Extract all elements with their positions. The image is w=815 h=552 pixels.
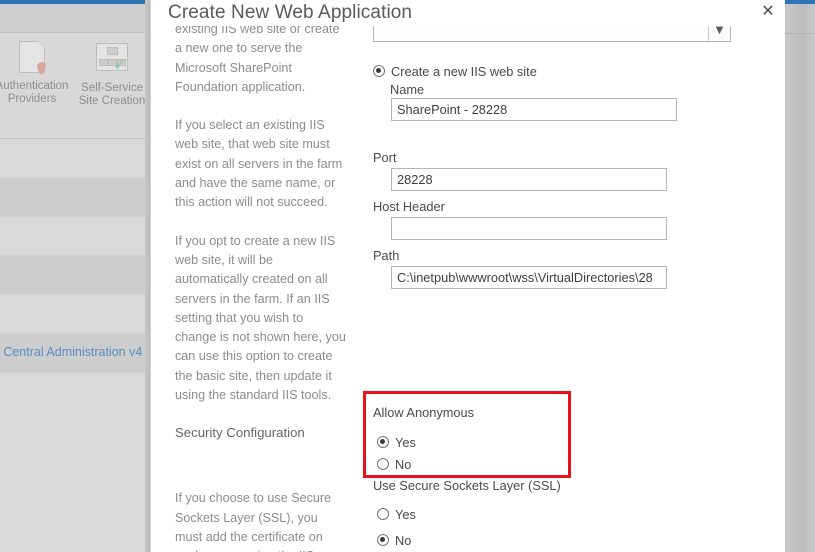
description-paragraph: existing IIS web site or create a new on… — [175, 26, 340, 94]
radio-indicator — [377, 436, 389, 448]
allow-anonymous-yes-radio[interactable]: Yes — [377, 433, 416, 451]
use-ssl-yes-radio[interactable]: Yes — [377, 505, 416, 523]
existing-iis-site-select[interactable]: Default Web Site ▼ — [373, 26, 731, 42]
description-paragraph: If you opt to create a new IIS web site,… — [175, 233, 346, 403]
table-row — [0, 295, 150, 334]
table-row — [0, 139, 150, 178]
screen: Authentication Providers ✓ Self-Service … — [0, 0, 815, 552]
security-configuration-heading: Security Configuration — [175, 425, 305, 441]
radio-indicator — [377, 458, 389, 470]
background-divider — [785, 33, 815, 34]
description-paragraph: If you select an existing IIS web site, … — [175, 118, 343, 210]
path-input[interactable]: C:\inetpub\wwwroot\wss\VirtualDirectorie… — [391, 266, 667, 289]
name-label: Name — [390, 82, 425, 97]
use-ssl-no-label: No — [395, 532, 412, 548]
path-label: Path — [373, 248, 400, 263]
allow-anonymous-no-label: No — [395, 456, 412, 472]
ribbon-button-label: Self-Service Site Creation — [78, 82, 146, 107]
ribbon-button-label: Authentication Providers — [0, 80, 69, 105]
ribbon-button-authentication-providers[interactable]: Authentication Providers — [0, 41, 72, 106]
chevron-down-icon[interactable]: ▼ — [708, 26, 730, 41]
radio-indicator — [373, 65, 385, 77]
background-right-gutter — [785, 0, 815, 552]
table-row: SharePoint Central Administration v4 — [0, 334, 150, 373]
window-accent-bar-right — [785, 0, 815, 4]
table-row — [0, 256, 150, 295]
table-row — [0, 217, 150, 256]
create-new-iis-site-radio[interactable]: Create a new IIS web site — [373, 62, 537, 80]
radio-indicator — [377, 508, 389, 520]
ribbon-group-security: Authentication Providers ✓ Self-Service … — [0, 33, 152, 155]
allow-anonymous-label: Allow Anonymous — [373, 405, 475, 420]
table-row-link[interactable]: SharePoint Central Administration v4 — [0, 345, 142, 359]
table-row — [0, 178, 150, 217]
dialog-title: Create New Web Application — [168, 2, 413, 23]
dialog-body: existing IIS web site or create a new on… — [151, 26, 756, 552]
background-table: SharePoint Central Administration v4 — [0, 139, 150, 552]
ribbon-button-self-service-site-creation[interactable]: ✓ Self-Service Site Creation — [72, 41, 152, 108]
existing-iis-site-select-row: Default Web Site ▼ — [373, 26, 733, 43]
close-icon[interactable]: ✕ — [757, 0, 779, 22]
port-label: Port — [373, 150, 397, 165]
org-chart-check-icon: ✓ — [95, 43, 129, 77]
description-paragraph: If you choose to use Secure Sockets Laye… — [175, 491, 332, 552]
table-filler — [0, 373, 150, 552]
name-input[interactable]: SharePoint - 28228 — [391, 98, 677, 121]
use-ssl-yes-label: Yes — [395, 506, 416, 522]
radio-indicator — [377, 534, 389, 546]
create-new-web-application-dialog: Create New Web Application ✕ existing II… — [150, 0, 799, 552]
document-certificate-icon — [15, 41, 49, 75]
allow-anonymous-no-radio[interactable]: No — [377, 455, 411, 473]
description-column: existing IIS web site or create a new on… — [175, 26, 347, 552]
allow-anonymous-yes-label: Yes — [395, 434, 416, 450]
port-input[interactable]: 28228 — [391, 168, 667, 191]
use-ssl-label: Use Secure Sockets Layer (SSL) — [373, 478, 561, 493]
create-new-iis-site-label: Create a new IIS web site — [391, 63, 537, 79]
host-header-label: Host Header — [373, 199, 445, 214]
host-header-input[interactable] — [391, 217, 667, 240]
use-ssl-no-radio[interactable]: No — [377, 531, 411, 549]
